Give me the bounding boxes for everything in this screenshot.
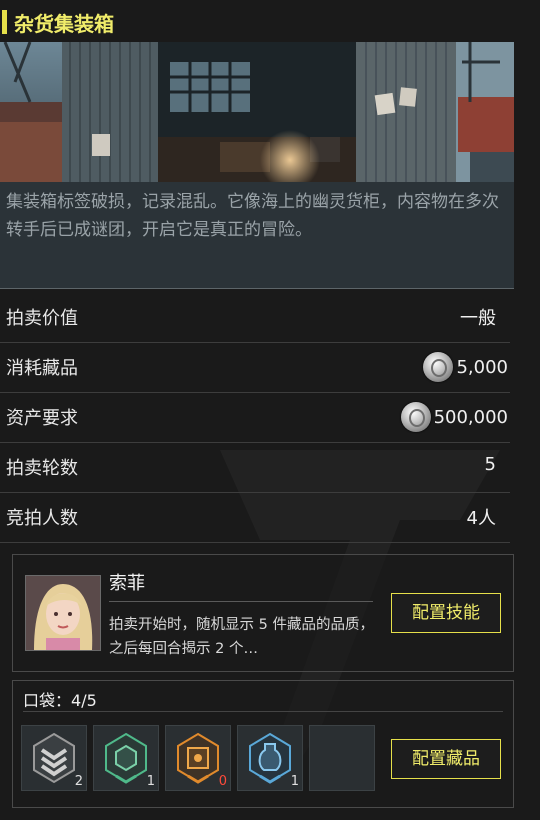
stat-value-with-coin: 5,000 xyxy=(423,352,508,382)
container-hero-image xyxy=(0,42,514,182)
skill-description: 拍卖开始时，随机显示 5 件藏品的品质，之后每回合揭示 2 个… xyxy=(109,617,374,657)
stat-row-bidder-count: 竞拍人数 4人 xyxy=(0,494,510,543)
stat-value: 4人 xyxy=(466,508,496,529)
pocket-slot-2[interactable]: 1 xyxy=(93,725,159,791)
title-accent-bar xyxy=(2,10,7,34)
pocket-panel: 口袋：4/5 2 1 0 1 配置藏品 xyxy=(12,680,514,808)
item-count: 1 xyxy=(290,774,299,789)
character-name: 索菲 xyxy=(109,573,145,594)
pocket-label: 口袋： xyxy=(23,691,72,710)
stat-label: 拍卖价值 xyxy=(6,308,78,329)
silver-coin-icon xyxy=(400,402,431,432)
divider xyxy=(23,711,503,712)
pocket-slot-1[interactable]: 2 xyxy=(21,725,87,791)
pocket-capacity: 4/5 xyxy=(71,691,97,710)
stat-value: 5,000 xyxy=(456,356,508,378)
description-box: 集装箱标签破损，记录混乱。它像海上的幽灵货柜，内容物在多次转手后已成谜团，开启它… xyxy=(0,182,514,288)
pocket-slot-3[interactable]: 0 xyxy=(165,725,231,791)
silver-coin-icon xyxy=(423,352,454,382)
configure-skill-button[interactable]: 配置技能 xyxy=(391,593,501,633)
character-avatar[interactable] xyxy=(25,575,101,651)
item-count: 1 xyxy=(146,774,155,789)
stat-value-with-coin: 500,000 xyxy=(400,402,508,432)
stat-label: 拍卖轮数 xyxy=(6,458,78,479)
character-skill-panel: 索菲 拍卖开始时，随机显示 5 件藏品的品质，之后每回合揭示 2 个… 配置技能 xyxy=(12,554,514,672)
stat-value: 一般 xyxy=(460,308,496,329)
pocket-slot-empty[interactable] xyxy=(309,725,375,791)
stat-label: 竞拍人数 xyxy=(6,508,78,529)
configure-items-button[interactable]: 配置藏品 xyxy=(391,739,501,779)
divider xyxy=(0,288,514,289)
divider xyxy=(109,601,373,602)
item-count: 0 xyxy=(218,774,227,789)
stat-label: 资产要求 xyxy=(6,408,78,429)
stat-row-auction-rounds: 拍卖轮数 5 xyxy=(0,444,510,493)
stat-row-auction-value: 拍卖价值 一般 xyxy=(0,294,510,343)
stat-value: 5 xyxy=(484,454,496,475)
stat-label: 消耗藏品 xyxy=(6,358,78,379)
container-description: 集装箱标签破损，记录混乱。它像海上的幽灵货柜，内容物在多次转手后已成谜团，开启它… xyxy=(6,192,499,240)
page-title: 杂货集装箱 xyxy=(14,12,114,36)
pocket-slot-4[interactable]: 1 xyxy=(237,725,303,791)
stat-value: 500,000 xyxy=(433,406,508,428)
stat-row-consumed-items: 消耗藏品 5,000 xyxy=(0,344,510,393)
pocket-title: 口袋：4/5 xyxy=(23,687,97,711)
stat-row-asset-requirement: 资产要求 500,000 xyxy=(0,394,510,443)
title-bar: 杂货集装箱 xyxy=(0,0,540,42)
item-count: 2 xyxy=(74,774,83,789)
